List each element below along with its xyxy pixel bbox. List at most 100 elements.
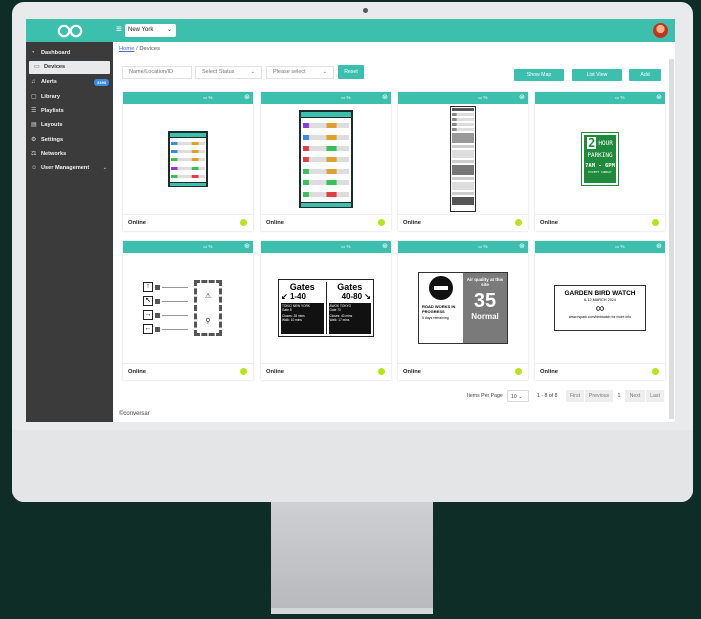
card-footer: Online (261, 363, 391, 380)
previous-page-button[interactable]: Previous (585, 390, 613, 402)
chevron-down-icon: ⌄ (102, 165, 107, 171)
device-card[interactable]: ▭ % ⊛ Gates ↙ 1-40 TOKIO NEW YORK Gate 8 … (261, 241, 391, 380)
sidebar-item-label: Playlists (41, 108, 64, 114)
list-view-button[interactable]: List View (572, 69, 622, 81)
first-page-button[interactable]: First (566, 390, 584, 402)
sidebar-item-playlists[interactable]: ☰ Playlists (26, 105, 113, 118)
card-header: ▭ % ⊛ (535, 241, 665, 253)
next-page-button[interactable]: Next (625, 390, 645, 402)
location-select[interactable]: New York ⌄ (125, 24, 176, 37)
sidebar-item-label: Settings (41, 137, 64, 143)
chevron-down-icon: ⌄ (166, 27, 172, 33)
sidebar-item-settings[interactable]: ⚙ Settings (26, 134, 113, 147)
logo (26, 19, 113, 42)
roadworks-text: ROAD WORKS IN PROGRESS (422, 304, 456, 314)
network-icon: ⚖ (31, 151, 37, 157)
add-button[interactable]: Add (629, 69, 661, 81)
card-header: ▭ % ⊛ (535, 92, 665, 104)
gates-right-walk: Walk: 17 mins (329, 318, 350, 322)
sidebar-item-label: Layouts (41, 122, 63, 128)
sidebar-item-devices[interactable]: ▭ Devices (29, 61, 110, 74)
device-status: Online (128, 220, 147, 226)
last-page-button[interactable]: Last (646, 390, 664, 402)
device-card[interactable]: ▭ % ⊛ GARDEN BIRD WATCH 6-12 MARCH 2024 ∞… (535, 241, 665, 380)
device-card[interactable]: ▭ % ⊛ Online (398, 92, 528, 231)
settings-icon[interactable]: ⊛ (519, 93, 525, 101)
device-status: Online (540, 369, 559, 375)
sidebar-item-user-management[interactable]: ☺ User Management ⌄ (26, 162, 113, 175)
sidebar-item-label: Library (41, 94, 60, 100)
warning-triangle-icon: ⚠ (204, 292, 212, 300)
card-header: ▭ % ⊛ (123, 92, 253, 104)
wayfinding-preview: ↑ ↖ → ← ⚠ ⚲ (143, 278, 233, 338)
parking-title: PARKING (587, 152, 613, 159)
battery-icon: ▭ % (615, 95, 625, 100)
monitor-foot (271, 608, 433, 614)
gates-left-range: ↙ 1-40 (281, 292, 306, 301)
status-select[interactable]: Select Status ⌄ (195, 66, 262, 79)
device-thumbnail: ROAD WORKS IN PROGRESS 5 days remaining … (398, 253, 528, 363)
settings-icon[interactable]: ⊛ (382, 242, 388, 250)
device-thumbnail: 2 HOUR PARKING 7AM - 6PM EXCEPT SUNDAY (535, 104, 665, 214)
settings-icon[interactable]: ⊛ (656, 93, 662, 101)
location-select-value: New York (128, 27, 154, 33)
device-card[interactable]: ▭ % ⊛ Online (261, 92, 391, 231)
birdwatch-url: www.rspark.com/birdwatch for more info (568, 315, 632, 319)
device-card[interactable]: ▭ % ⊛ Online (123, 92, 253, 231)
breadcrumb-separator: / (136, 46, 138, 52)
sidebar: ◔ Dashboard ▭ Devices ♫ Alerts 3193 ▢ Li… (26, 42, 113, 422)
monitor-stand (271, 502, 433, 610)
device-card[interactable]: ▭ % ⊛ ↑ ↖ → ← ⚠ ⚲ Online (123, 241, 253, 380)
reset-button[interactable]: Reset (338, 65, 364, 79)
device-thumbnail: ↑ ↖ → ← ⚠ ⚲ (123, 253, 253, 363)
gear-icon: ⚙ (31, 137, 37, 143)
device-status: Online (266, 220, 285, 226)
settings-icon[interactable]: ⊛ (244, 242, 250, 250)
card-footer: Online (261, 214, 391, 231)
binoculars-icon: ∞ (595, 301, 605, 315)
status-online-indicator (515, 219, 522, 226)
breadcrumb-home-link[interactable]: Home (119, 46, 134, 52)
status-online-indicator (240, 219, 247, 226)
avatar[interactable] (653, 23, 668, 38)
settings-icon[interactable]: ⊛ (244, 93, 250, 101)
search-placeholder: Name/Location/ID (129, 69, 174, 75)
sidebar-item-library[interactable]: ▢ Library (26, 91, 113, 104)
device-card[interactable]: ▭ % ⊛ ROAD WORKS IN PROGRESS 5 days remai… (398, 241, 528, 380)
sidebar-item-layouts[interactable]: ▤ Layouts (26, 119, 113, 132)
gates-right-title: Gates (337, 282, 363, 292)
card-footer: Online (535, 214, 665, 231)
screen-preview (450, 106, 476, 212)
sidebar-item-alerts[interactable]: ♫ Alerts 3193 (26, 76, 113, 89)
card-header: ▭ % ⊛ (123, 241, 253, 253)
sidebar-item-dashboard[interactable]: ◔ Dashboard (26, 47, 113, 60)
device-status: Online (540, 220, 559, 226)
current-page[interactable]: 1 (614, 390, 624, 402)
sidebar-item-label: User Management (41, 165, 90, 171)
chevron-down-icon: ⌄ (250, 69, 255, 75)
sidebar-item-networks[interactable]: ⚖ Networks (26, 148, 113, 161)
parking-except: EXCEPT SUNDAY (588, 170, 612, 174)
scrollbar[interactable] (669, 59, 674, 419)
category-select-placeholder: Please select (273, 69, 306, 75)
settings-icon[interactable]: ⊛ (656, 242, 662, 250)
no-entry-icon (429, 276, 453, 300)
settings-icon[interactable]: ⊛ (519, 242, 525, 250)
hamburger-menu-icon[interactable]: ≡ (116, 23, 122, 37)
device-status: Online (403, 369, 422, 375)
settings-icon[interactable]: ⊛ (382, 93, 388, 101)
status-online-indicator (378, 219, 385, 226)
air-quality-label: Normal (471, 312, 499, 321)
device-status: Online (403, 220, 422, 226)
show-map-button[interactable]: Show Map (514, 69, 564, 81)
gates-right-range: 40-80 ↘ (341, 292, 371, 301)
device-card[interactable]: ▭ % ⊛ 2 HOUR PARKING 7AM - 6PM EXCEPT SUN… (535, 92, 665, 231)
parking-hours-number: 2 (587, 136, 597, 150)
search-input[interactable]: Name/Location/ID (122, 66, 192, 79)
category-select[interactable]: Please select ⌄ (266, 66, 334, 79)
card-footer: Online (398, 363, 528, 380)
items-per-page-select[interactable]: 10 ⌄ (507, 390, 529, 402)
infinity-logo-icon (57, 24, 82, 37)
top-bar: ≡ New York ⌄ (26, 19, 675, 42)
card-footer: Online (123, 214, 253, 231)
